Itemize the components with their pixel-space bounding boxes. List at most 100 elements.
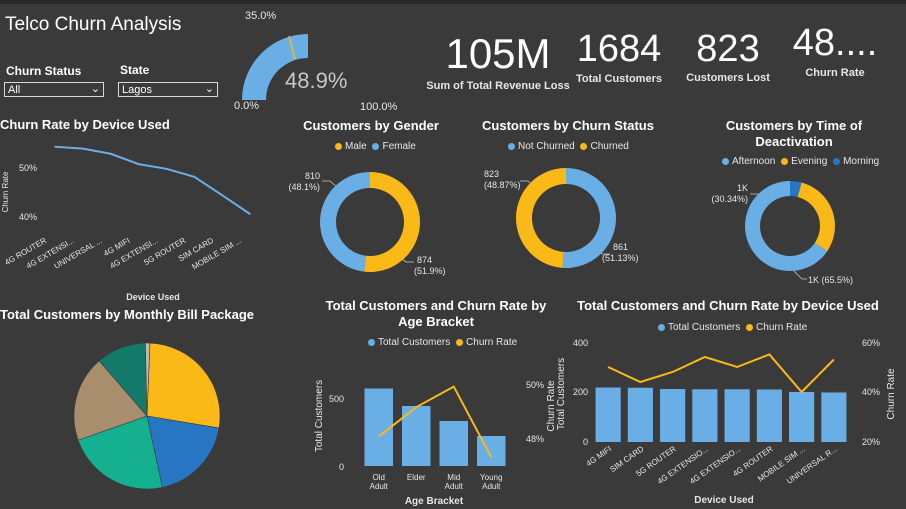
churn-status-dropdown[interactable]: All ⌄ — [4, 82, 104, 97]
age-title-line1: Total Customers and Churn Rate by — [325, 298, 547, 313]
x-tick-label: Old — [373, 473, 385, 482]
kpi-revenue-loss-value: 105M — [445, 30, 551, 77]
x-axis-label: Device Used — [126, 292, 180, 302]
gender-label-b: 874 — [417, 255, 432, 265]
y-tick-50: 50% — [19, 163, 37, 173]
device-churn-line-chart: Churn Rate 50% 40% 4G ROUTER4G EXTENSI..… — [1, 145, 251, 302]
bar — [439, 421, 468, 466]
churn-rate-line — [607, 353, 835, 394]
churn-gauge: 35.0% 48.9% 0.0% 100.0% — [234, 10, 398, 113]
x-tick-label: Adult — [370, 482, 389, 491]
y2-tick-50: 50% — [526, 380, 544, 390]
gender-slice — [364, 172, 420, 272]
churn-rate-point — [109, 152, 112, 155]
legend-dot-morning — [833, 157, 841, 165]
chevron-down-icon: ⌄ — [204, 83, 214, 95]
legend-dot-male — [335, 142, 342, 150]
legend-dot-churn-rate — [456, 338, 464, 346]
bar — [789, 392, 815, 442]
status-label-a: 823 — [484, 169, 499, 179]
bill-package-slice — [146, 342, 221, 429]
churn-status-title: Customers by Churn Status — [482, 118, 654, 133]
y-axis-label: Total Customers — [556, 358, 567, 430]
y2-tick-40: 40% — [862, 387, 880, 397]
device-combo-title: Total Customers and Churn Rate by Device… — [577, 298, 879, 313]
y2-tick-60: 60% — [862, 338, 880, 348]
y-tick-0: 0 — [583, 437, 588, 447]
churn-rate-point — [82, 147, 84, 150]
churn-status-slice — [516, 168, 566, 268]
kpi-total-customers-label: Total Customers — [576, 73, 662, 85]
deactivation-title-line1: Customers by Time of — [725, 118, 863, 133]
churn-status-label: Churn Status — [6, 64, 82, 78]
x-tick-label: UNIVERSAL ... — [52, 236, 103, 271]
status-label-b-pct: (51.13%) — [602, 253, 639, 263]
y-tick-40: 40% — [19, 212, 37, 222]
churn-rate-line — [378, 385, 493, 458]
state-dropdown[interactable]: Lagos ⌄ — [118, 82, 218, 97]
deact-label-b: 1K (65.5%) — [808, 275, 853, 285]
x-tick-label: Elder — [407, 473, 426, 482]
x-axis-label: Device Used — [694, 495, 753, 506]
x-tick-label: Adult — [482, 482, 501, 491]
gauge-value-label: 48.9% — [285, 68, 347, 93]
deact-label-a: 1K — [737, 183, 748, 193]
deactivation-slice — [797, 182, 835, 252]
kpi-churn-rate-label: Churn Rate — [805, 67, 865, 79]
legend-dot-churn-rate — [746, 323, 754, 331]
gauge-min-label: 0.0% — [234, 100, 259, 112]
legend-dot-afternoon — [722, 157, 729, 165]
y-axis-label: Churn Rate — [1, 171, 10, 212]
bar — [821, 392, 847, 442]
y2-axis-label: Churn Rate — [886, 368, 897, 420]
bill-package-title: Total Customers by Monthly Bill Package — [0, 307, 255, 322]
kpi-total-customers-value: 1684 — [576, 28, 662, 70]
x-tick-label: Young — [480, 473, 502, 482]
deact-label-a-pct: (30.34%) — [712, 194, 748, 204]
bar — [692, 389, 718, 442]
gender-label-a-pct: (48.1%) — [288, 182, 320, 192]
state-label: State — [120, 63, 150, 77]
gauge-max-label: 100.0% — [360, 101, 398, 113]
y-tick-0: 0 — [339, 462, 344, 472]
churn-rate-point — [221, 194, 223, 196]
legend-dot-total-customers — [368, 338, 375, 346]
y2-tick-48: 48% — [526, 434, 544, 444]
x-tick-label: MOBILE SIM ... — [190, 236, 243, 272]
churn-status-donut-chart: 823 (48.87%) 861 (51.13%) — [484, 168, 639, 268]
bar — [364, 388, 393, 466]
gender-label-a: 810 — [305, 171, 320, 181]
kpi-customers-lost-label: Customers Lost — [686, 72, 770, 84]
chevron-down-icon: ⌄ — [90, 83, 100, 95]
gauge-target-label: 35.0% — [245, 10, 276, 22]
age-bracket-combo-chart: Total Customers Churn Rate 500 0 50% 48%… — [314, 380, 557, 507]
device-combo-chart: Total Customers Churn Rate 400 200 0 60%… — [556, 338, 897, 506]
bar — [724, 389, 750, 442]
deactivation-title-line2: Deactivation — [755, 134, 833, 149]
page-title: Telco Churn Analysis — [5, 14, 182, 35]
bar — [595, 387, 621, 442]
top-bar — [0, 0, 906, 4]
legend-dot-female — [372, 142, 380, 150]
legend-dot-not-churned — [508, 142, 515, 150]
x-tick-label: Adult — [445, 482, 464, 491]
gender-slice — [320, 172, 370, 272]
legend-dot-evening — [781, 157, 789, 165]
device-churn-title: Churn Rate by Device Used — [0, 117, 170, 132]
gender-title: Customers by Gender — [303, 118, 439, 133]
bar — [756, 389, 782, 442]
churn-rate-point — [193, 176, 196, 178]
gender-donut-chart: 810 (48.1%) 874 (51.9%) — [288, 171, 446, 276]
legend-dot-total-customers — [658, 323, 665, 331]
status-label-b: 861 — [613, 242, 628, 252]
x-tick-label: 4G MIFI — [584, 444, 613, 468]
churn-rate-point — [137, 163, 140, 165]
y-tick-500: 500 — [329, 394, 344, 404]
bar — [627, 387, 653, 442]
churn-rate-point — [249, 213, 251, 215]
bar — [660, 389, 686, 442]
y-axis-label: Total Customers — [314, 380, 325, 452]
gender-label-b-pct: (51.9%) — [414, 266, 446, 276]
y-tick-200: 200 — [573, 387, 588, 397]
kpi-churn-rate-value: 48.... — [792, 22, 878, 64]
